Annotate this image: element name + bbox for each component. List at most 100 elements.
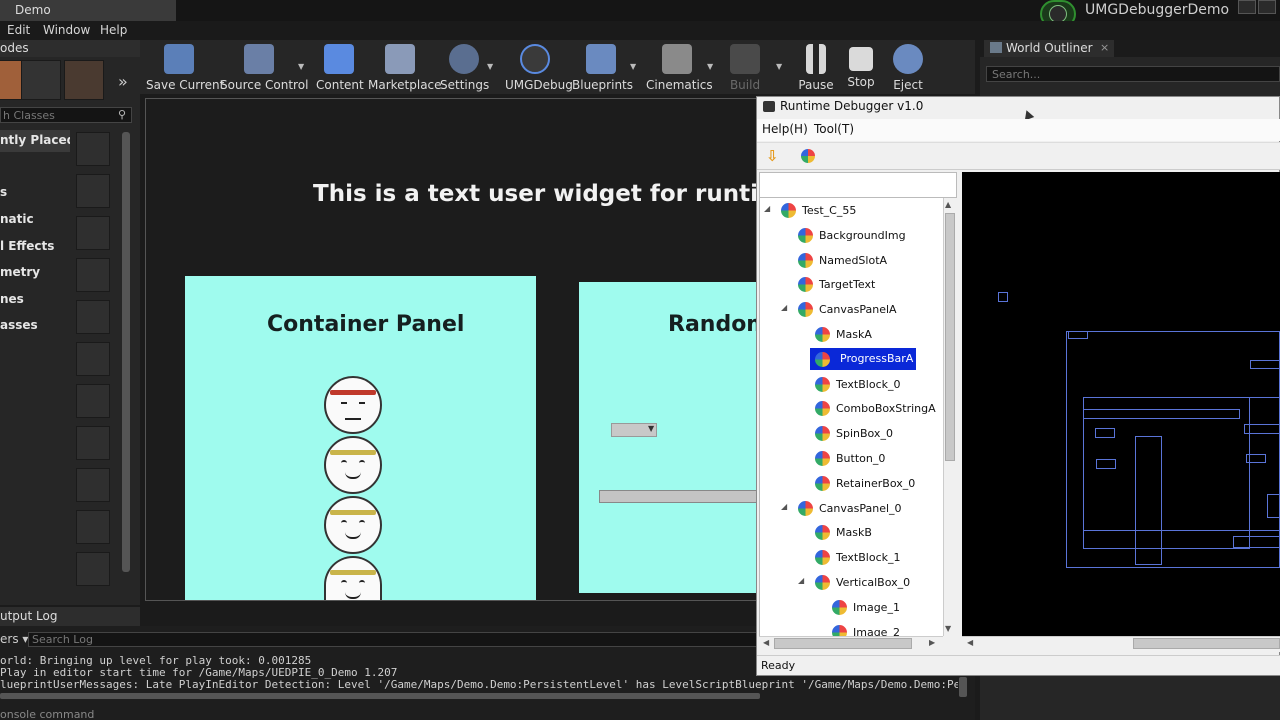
expand-arrow-icon[interactable]: ◢ xyxy=(781,502,787,511)
source-control-dropdown-icon[interactable]: ▼ xyxy=(298,62,304,71)
outliner-search-input[interactable]: Search... xyxy=(986,66,1280,82)
tree-node[interactable]: NamedSlotA xyxy=(760,249,945,273)
landscape-icon[interactable] xyxy=(64,60,104,100)
widget-node-icon xyxy=(798,252,813,268)
character-icon[interactable] xyxy=(76,174,110,208)
log-vertical-scrollbar[interactable] xyxy=(959,677,967,697)
tree-node[interactable]: ◢ VerticalBox_0 xyxy=(760,571,945,595)
tree-node[interactable]: MaskA xyxy=(760,323,945,347)
plane-icon[interactable] xyxy=(76,510,110,544)
class-search-input[interactable]: h Classes xyxy=(0,107,132,123)
tree-node[interactable]: ComboBoxStringA xyxy=(760,397,945,421)
cinematics-dropdown-icon[interactable]: ▼ xyxy=(707,62,713,71)
menu-help[interactable]: Help xyxy=(100,23,127,37)
tree-vertical-thumb[interactable] xyxy=(945,213,955,461)
cylinder-icon[interactable] xyxy=(76,426,110,460)
maximize-icon[interactable] xyxy=(1258,0,1276,14)
console-command-input[interactable]: onsole command xyxy=(0,708,970,720)
widget-node-icon xyxy=(815,550,830,566)
debugger-status-bar: Ready xyxy=(757,655,1280,675)
pause-button[interactable]: Pause xyxy=(796,42,836,94)
close-tab-icon[interactable]: × xyxy=(1100,41,1109,54)
combo-dropdown-icon[interactable]: ▼ xyxy=(648,424,654,433)
editor-root: Demo UMGDebuggerDemo Edit Window Help od… xyxy=(0,0,1280,720)
world-outliner-tab[interactable]: World Outliner xyxy=(984,40,1114,57)
scroll-left-icon[interactable]: ◀ xyxy=(967,638,973,647)
preview-horizontal-thumb[interactable] xyxy=(1133,638,1280,649)
stop-button[interactable]: Stop xyxy=(842,42,880,94)
eject-button[interactable]: Eject xyxy=(888,42,928,94)
umgdebug-button[interactable]: UMGDebug xyxy=(505,42,573,94)
blueprints-button[interactable]: Blueprints xyxy=(572,42,633,94)
scroll-up-icon[interactable]: ▲ xyxy=(945,200,951,209)
modes-scrollbar[interactable] xyxy=(122,132,130,572)
log-horizontal-scrollbar[interactable] xyxy=(0,693,760,699)
marketplace-button[interactable]: Marketplace xyxy=(368,42,442,94)
download-icon[interactable]: ⇩ xyxy=(766,147,779,165)
point-light-icon[interactable] xyxy=(76,258,110,292)
tree-node[interactable]: RetainerBox_0 xyxy=(760,472,945,496)
tree-horizontal-thumb[interactable] xyxy=(774,638,912,649)
minimize-icon[interactable] xyxy=(1238,0,1256,14)
expand-arrow-icon[interactable]: ◢ xyxy=(781,303,787,312)
tree-node[interactable]: SpinBox_0 xyxy=(760,422,945,446)
menu-edit[interactable]: Edit xyxy=(7,23,30,37)
tree-node[interactable]: TextBlock_0 xyxy=(760,373,945,397)
menu-window[interactable]: Window xyxy=(43,23,90,37)
tree-node[interactable]: ◢ CanvasPanel_0 xyxy=(760,497,945,521)
source-control-button[interactable]: Source Control xyxy=(220,42,308,94)
filters-dropdown[interactable]: ers ▾ xyxy=(0,632,28,646)
cone-icon[interactable] xyxy=(76,468,110,502)
place-mode-icon[interactable] xyxy=(0,60,22,100)
blueprints-dropdown-icon[interactable]: ▼ xyxy=(630,62,636,71)
category-recently-placed[interactable]: ntly Placed xyxy=(0,130,70,152)
widget-tree[interactable]: ◢ Test_C_55 BackgroundImg NamedSlotA TargetT… xyxy=(759,198,945,636)
sphere-icon[interactable] xyxy=(76,132,110,166)
modes-tab[interactable]: odes xyxy=(0,40,140,57)
scroll-down-icon[interactable]: ▼ xyxy=(945,624,951,633)
cube-icon[interactable] xyxy=(76,342,110,376)
settings-button[interactable]: Settings xyxy=(440,42,489,94)
log-search-input[interactable]: Search Log xyxy=(28,632,768,647)
debugger-title: Runtime Debugger v1.0 xyxy=(780,99,924,113)
tree-node[interactable]: TargetText xyxy=(760,273,945,297)
sphere-mesh-icon[interactable] xyxy=(76,384,110,418)
content-button[interactable]: Content xyxy=(316,42,364,94)
tree-node[interactable]: Image_1 xyxy=(760,596,945,620)
tree-header xyxy=(759,172,957,198)
clapperboard-icon xyxy=(662,44,692,74)
debugger-menu-help[interactable]: Help(H) xyxy=(762,122,808,136)
level-tab[interactable]: Demo xyxy=(0,0,176,21)
refresh-widgets-icon[interactable] xyxy=(801,149,815,163)
tree-node[interactable]: ◢ Test_C_55 xyxy=(760,199,945,223)
pawn-icon[interactable] xyxy=(76,216,110,250)
tree-node[interactable]: BackgroundImg xyxy=(760,224,945,248)
category-visual-effects[interactable]: l Effects xyxy=(0,239,70,261)
cinematics-button[interactable]: Cinematics xyxy=(646,42,713,94)
tree-node[interactable]: TextBlock_1 xyxy=(760,546,945,570)
tree-node[interactable]: ◢ CanvasPanelA xyxy=(760,298,945,322)
settings-dropdown-icon[interactable]: ▼ xyxy=(487,62,493,71)
category-volumes[interactable]: nes xyxy=(0,292,70,314)
tree-node[interactable]: MaskB xyxy=(760,521,945,545)
player-start-icon[interactable] xyxy=(76,300,110,334)
scroll-right-icon[interactable]: ▶ xyxy=(929,638,935,647)
category-all-classes[interactable]: asses xyxy=(0,318,70,340)
tree-node[interactable]: Button_0 xyxy=(760,447,945,471)
build-dropdown-icon[interactable]: ▼ xyxy=(776,62,782,71)
tree-node[interactable]: ProgressBarA xyxy=(760,347,945,372)
scroll-left-icon[interactable]: ◀ xyxy=(763,638,769,647)
more-modes-icon[interactable]: » xyxy=(118,72,128,91)
output-log-tab[interactable]: utput Log xyxy=(0,607,140,626)
save-current-button[interactable]: Save Current xyxy=(146,42,224,94)
category-geometry[interactable]: metry xyxy=(0,265,70,287)
paint-brush-icon[interactable] xyxy=(21,60,61,100)
box-trigger-icon[interactable] xyxy=(76,552,110,586)
build-button[interactable]: Build xyxy=(726,42,764,94)
category-cinematic[interactable]: natic xyxy=(0,212,70,234)
category-basic[interactable]: s xyxy=(0,185,70,207)
expand-arrow-icon[interactable]: ◢ xyxy=(798,576,804,585)
expand-arrow-icon[interactable]: ◢ xyxy=(764,204,770,213)
debugger-menu-tool[interactable]: Tool(T) xyxy=(814,122,854,136)
tree-node[interactable]: Image_2 xyxy=(760,621,945,636)
